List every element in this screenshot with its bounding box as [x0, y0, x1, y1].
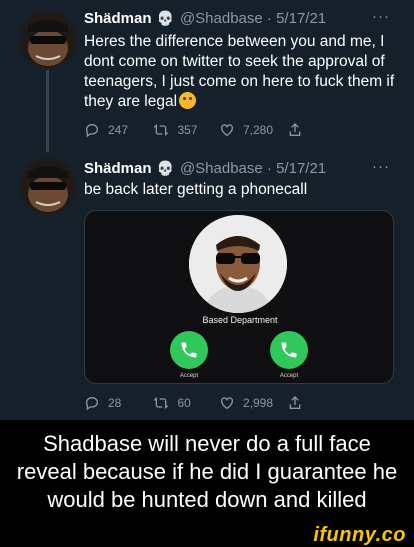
- caller-name: Based Department: [202, 315, 278, 325]
- like-button[interactable]: 7,280: [219, 122, 287, 138]
- more-options-icon[interactable]: ···: [372, 8, 390, 25]
- tweet-actions: 247 357 7,280: [84, 120, 354, 140]
- tweet-date[interactable]: 5/17/21: [276, 160, 326, 177]
- display-name[interactable]: Shädman: [84, 10, 152, 27]
- retweet-count: 60: [177, 396, 191, 410]
- accept-button[interactable]: [270, 331, 308, 369]
- retweet-button[interactable]: 357: [152, 122, 220, 138]
- skull-icon: 💀: [156, 159, 174, 176]
- tweet[interactable]: Shädman 💀 @Shadbase · 5/17/21 ··· Heres …: [0, 0, 414, 152]
- tweet-header: Shädman 💀 @Shadbase · 5/17/21: [84, 9, 327, 27]
- reply-icon: [85, 396, 99, 411]
- display-name[interactable]: Shädman: [84, 160, 152, 177]
- caller-photo: [189, 215, 287, 313]
- like-count: 7,280: [243, 123, 274, 137]
- reply-button[interactable]: 247: [84, 122, 152, 138]
- thread-line: [46, 70, 49, 152]
- tweet-header: Shädman 💀 @Shadbase · 5/17/21: [84, 159, 327, 177]
- retweet-icon: [152, 397, 169, 409]
- like-button[interactable]: 2,998: [219, 395, 287, 411]
- accept-label: Accept: [179, 373, 199, 379]
- avatar[interactable]: [20, 158, 76, 214]
- avatar[interactable]: [20, 12, 76, 68]
- tweet[interactable]: Shädman 💀 @Shadbase · 5/17/21 ··· be bac…: [0, 150, 414, 420]
- like-icon: [221, 124, 233, 137]
- share-button[interactable]: [287, 122, 355, 138]
- phone-icon: [281, 342, 297, 358]
- handle[interactable]: @Shadbase: [180, 160, 263, 177]
- reply-count: 28: [108, 396, 122, 410]
- accept-button[interactable]: [170, 331, 208, 369]
- reply-icon: [85, 123, 99, 138]
- watermark-bar: ifunny.co: [0, 524, 414, 547]
- tweet-date[interactable]: 5/17/21: [276, 10, 326, 27]
- reply-count: 247: [108, 123, 129, 137]
- like-count: 2,998: [243, 396, 274, 410]
- tweet-text: be back later getting a phonecall: [84, 181, 308, 198]
- media-attachment[interactable]: Based Department Accept Accept: [84, 210, 394, 384]
- reply-button[interactable]: 28: [84, 395, 152, 411]
- accept-label: Accept: [279, 373, 299, 379]
- share-icon: [289, 396, 300, 409]
- phone-icon: [181, 342, 197, 358]
- skull-icon: 💀: [156, 9, 174, 26]
- share-button[interactable]: [287, 395, 355, 411]
- caption-text: Shadbase will never do a full face revea…: [16, 431, 398, 512]
- like-icon: [221, 397, 233, 410]
- share-icon: [289, 123, 300, 136]
- retweet-icon: [152, 124, 169, 136]
- tweet-text: Heres the difference between you and me,…: [84, 33, 395, 110]
- ifunny-watermark: ifunny.co: [313, 524, 406, 546]
- meme-caption: Shadbase will never do a full face revea…: [0, 420, 414, 524]
- tweet-actions: 28 60 2,998: [84, 393, 354, 413]
- retweet-button[interactable]: 60: [152, 395, 220, 411]
- handle[interactable]: @Shadbase: [180, 10, 263, 27]
- more-options-icon[interactable]: ···: [372, 158, 390, 175]
- wink-emoji-icon: [179, 92, 197, 109]
- retweet-count: 357: [177, 123, 198, 137]
